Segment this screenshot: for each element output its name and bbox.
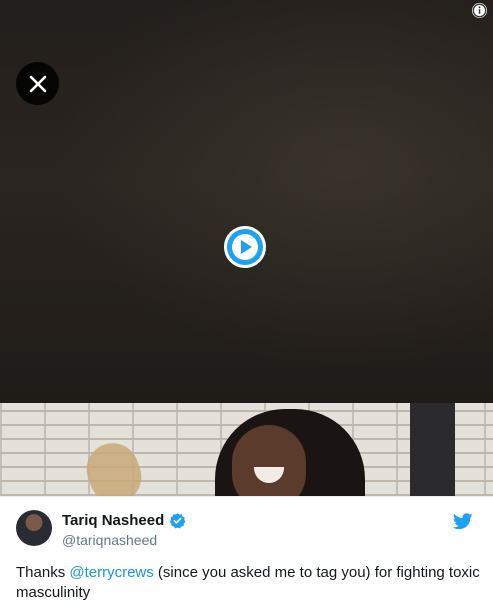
mention-link[interactable]: @terrycrews <box>69 564 153 581</box>
verified-badge-icon <box>170 513 186 529</box>
close-icon <box>29 75 46 92</box>
video-player[interactable] <box>0 0 493 496</box>
tweet-card[interactable]: Tariq Nasheed @tariqnasheed Thanks @terr… <box>0 496 493 611</box>
author-name[interactable]: Tariq Nasheed <box>62 512 164 529</box>
author-name-row: Tariq Nasheed <box>62 512 186 529</box>
video-frame-dark <box>0 0 493 403</box>
avatar[interactable] <box>16 510 52 546</box>
person-face <box>232 425 306 496</box>
tweet-text-prefix: Thanks <box>16 564 70 581</box>
play-icon <box>232 234 258 260</box>
tweet-embed: Tariq Nasheed @tariqnasheed Thanks @terr… <box>0 0 493 611</box>
video-frame-scene <box>0 403 493 496</box>
dark-door <box>410 403 455 496</box>
tweet-text: Thanks @terrycrews (since you asked me t… <box>16 563 481 603</box>
author-handle[interactable]: @tariqnasheed <box>62 532 157 548</box>
close-button[interactable] <box>16 62 59 105</box>
info-icon[interactable] <box>472 3 487 18</box>
twitter-bird-icon[interactable] <box>452 513 473 535</box>
play-button[interactable] <box>224 226 266 268</box>
